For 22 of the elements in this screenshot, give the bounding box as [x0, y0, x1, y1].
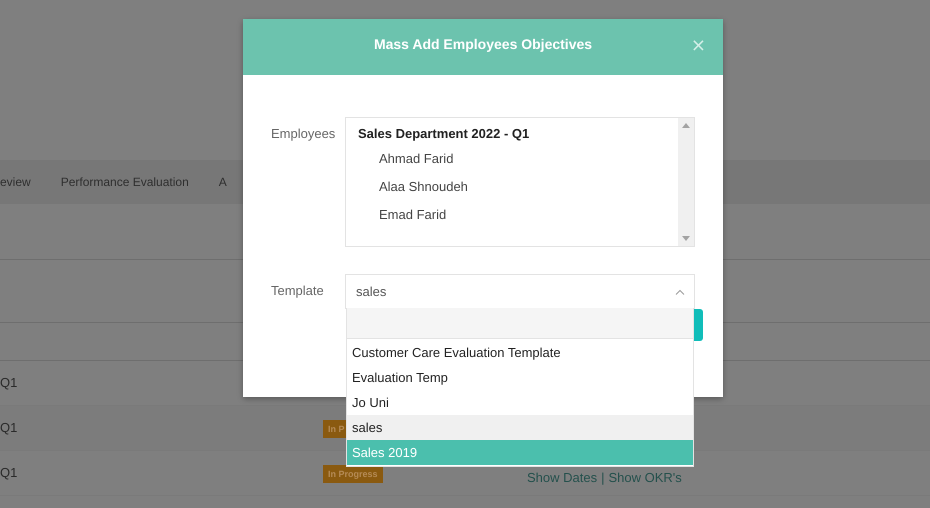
- table-cell: Q1: [0, 375, 18, 390]
- dropdown-option[interactable]: sales: [347, 415, 693, 440]
- dropdown-option[interactable]: Jo Uni: [347, 390, 693, 415]
- scrollbar[interactable]: [678, 118, 694, 246]
- status-badge: In Progress: [323, 464, 383, 482]
- field-label: Employees: [271, 125, 336, 143]
- list-option[interactable]: Emad Farid: [358, 205, 666, 225]
- chevron-up-icon: [675, 288, 685, 294]
- table-cell: Q1: [0, 465, 18, 480]
- dropdown-option[interactable]: Evaluation Temp: [347, 365, 693, 390]
- dialog-title: Mass Add Employees Objectives: [374, 36, 592, 52]
- table-cell: Q1: [0, 420, 18, 435]
- list-option[interactable]: Alaa Shnoudeh: [358, 177, 666, 197]
- option-group-label: Sales Department 2022 - Q1: [358, 126, 530, 141]
- search-field[interactable]: [347, 308, 693, 339]
- scroll-up-icon[interactable]: [682, 123, 690, 128]
- employees-listbox[interactable]: Sales Department 2022 - Q1 Ahmad Farid Alaa Shnoudeh Emad Farid: [345, 117, 695, 247]
- list-option[interactable]: Ahmad Farid: [358, 149, 666, 169]
- field-label: Template: [271, 282, 325, 300]
- separator: |: [601, 470, 604, 484]
- dropdown-option[interactable]: Customer Care Evaluation Template: [347, 340, 693, 365]
- scroll-down-icon[interactable]: [682, 236, 690, 241]
